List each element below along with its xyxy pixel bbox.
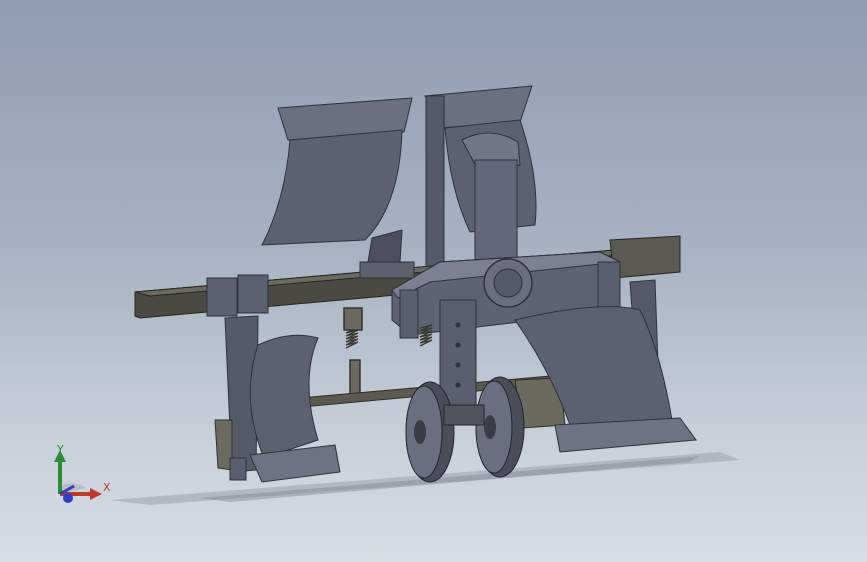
triad-x-label: X — [103, 481, 111, 494]
mouldboard-upper-left — [261, 97, 413, 263]
triad-y-label: Y — [57, 443, 64, 456]
axis-triad[interactable] — [40, 438, 120, 508]
cad-viewport[interactable]: Y X — [0, 0, 867, 562]
mouldboard-upper-right — [424, 85, 537, 272]
triad-icon — [54, 450, 102, 503]
plough-model[interactable] — [0, 0, 867, 562]
